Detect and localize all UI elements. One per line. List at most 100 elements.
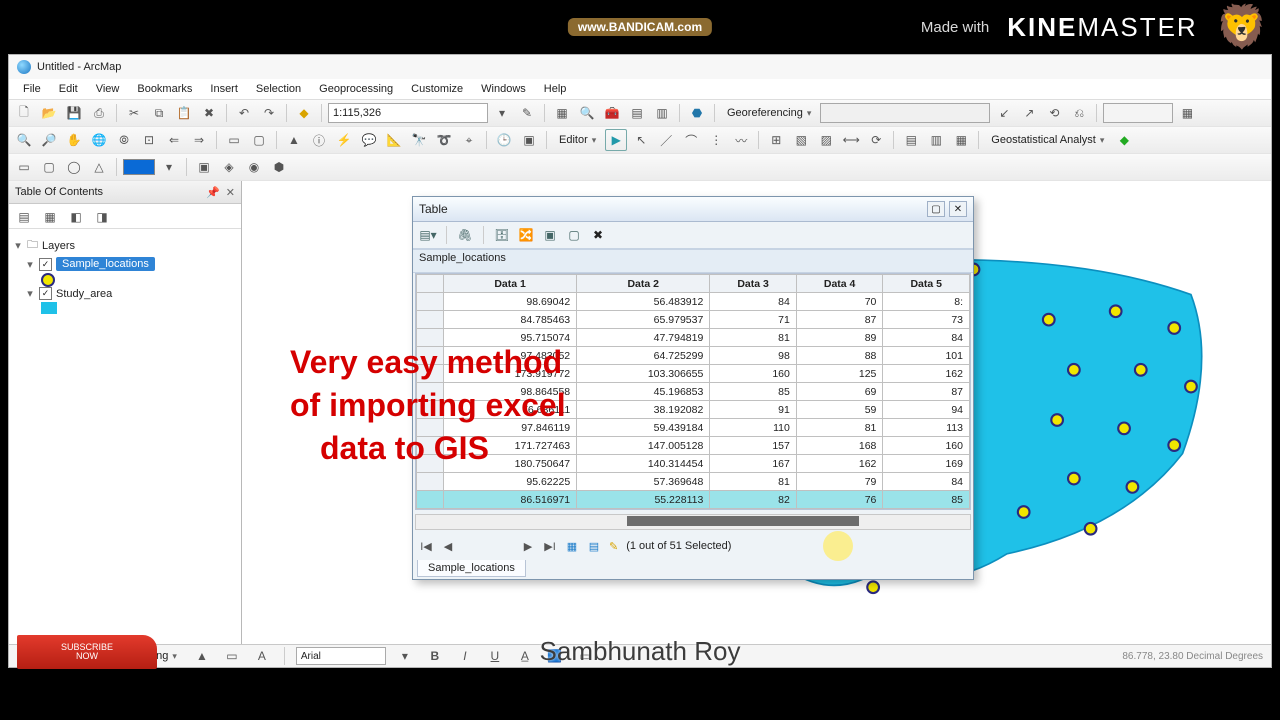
table-cell[interactable]: 110	[710, 419, 797, 437]
table-cell[interactable]: 98.69042	[444, 293, 577, 311]
prev-extent-icon[interactable]: ⇐	[163, 129, 185, 151]
menu-customize[interactable]: Customize	[403, 83, 471, 95]
italic-icon[interactable]: I	[454, 645, 476, 667]
rotate-icon[interactable]: ⟳	[865, 129, 887, 151]
table-cell[interactable]: 94	[883, 401, 970, 419]
draw-a-icon[interactable]: ▭	[13, 156, 35, 178]
reshape-icon[interactable]: ▧	[790, 129, 812, 151]
select-icon[interactable]: ▭	[223, 129, 245, 151]
toc-layer-sample[interactable]: Sample_locations	[56, 257, 155, 271]
draw-select-icon[interactable]: ▲	[191, 645, 213, 667]
table-cell[interactable]: 81	[796, 419, 883, 437]
table-cell[interactable]: 8:	[883, 293, 970, 311]
table-cell[interactable]: 87	[883, 383, 970, 401]
table-h-scrollbar[interactable]	[415, 514, 971, 530]
identify-icon[interactable]: ⓘ	[308, 129, 330, 151]
table-cell[interactable]: 168	[796, 437, 883, 455]
underline-icon[interactable]: U	[484, 645, 506, 667]
nav-prev-icon[interactable]: ◀	[441, 540, 455, 553]
table-delete-sel-icon[interactable]: ✖	[589, 226, 607, 244]
toc-layer-study[interactable]: Study_area	[56, 288, 112, 300]
nav-next-icon[interactable]: ▶	[521, 540, 535, 553]
fill-color-swatch[interactable]	[123, 159, 155, 175]
nav-first-icon[interactable]: I◀	[419, 540, 433, 553]
table-cell[interactable]: 125	[796, 365, 883, 383]
pointer-icon[interactable]: ▲	[283, 129, 305, 151]
catalog-icon[interactable]: ▦	[551, 102, 573, 124]
table-cell[interactable]: 169	[883, 455, 970, 473]
topo-icon[interactable]: ⊞	[765, 129, 787, 151]
table-cell[interactable]: 91	[710, 401, 797, 419]
table-row[interactable]: 98.6904256.48391284708:	[417, 293, 970, 311]
table-cell[interactable]: 140.314454	[577, 455, 710, 473]
print-icon[interactable]: ⎙	[88, 102, 110, 124]
viewer-icon[interactable]: ▣	[518, 129, 540, 151]
col-data2[interactable]: Data 2	[577, 275, 710, 293]
table-related-icon[interactable]: 🖇	[456, 226, 474, 244]
table-cell[interactable]: 101	[883, 347, 970, 365]
save-icon[interactable]: 💾	[63, 102, 85, 124]
table-cell[interactable]: 88	[796, 347, 883, 365]
table-cell[interactable]: 70	[796, 293, 883, 311]
redo-icon[interactable]: ↷	[258, 102, 280, 124]
edit-trace-icon[interactable]: 〰	[730, 129, 752, 151]
font-dd-icon[interactable]: ▾	[394, 645, 416, 667]
show-all-icon[interactable]: ▦	[565, 540, 579, 553]
table-cell[interactable]: 47.794819	[577, 329, 710, 347]
table-select-by-attr-icon[interactable]: 🗄	[493, 226, 511, 244]
draw-b-icon[interactable]: ▢	[38, 156, 60, 178]
table-clear-sel-icon[interactable]: ▢	[565, 226, 583, 244]
georef-link-icon[interactable]: ⎌	[1068, 102, 1090, 124]
python-icon[interactable]: ▤	[626, 102, 648, 124]
draw-g-icon[interactable]: ◉	[243, 156, 265, 178]
georeferencing-dropdown[interactable]: Georeferencing	[721, 107, 817, 119]
draw-d-icon[interactable]: △	[88, 156, 110, 178]
table-cell[interactable]: 38.192082	[577, 401, 710, 419]
add-data-icon[interactable]: ◆	[293, 102, 315, 124]
fixed-zoom-in-icon[interactable]: ⦾	[113, 129, 135, 151]
attributes-icon[interactable]: ▤	[900, 129, 922, 151]
table-row[interactable]: 86.51697155.228113827685	[417, 491, 970, 509]
table-cell[interactable]: 73	[883, 311, 970, 329]
table-cell[interactable]: 98	[710, 347, 797, 365]
pan-icon[interactable]: ✋	[63, 129, 85, 151]
table-cell[interactable]: 57.369648	[577, 473, 710, 491]
fill-dd-icon[interactable]: ▾	[158, 156, 180, 178]
toc-list-by-vis-icon[interactable]: ◧	[65, 206, 87, 228]
scale-dropdown-icon[interactable]: ▾	[491, 102, 513, 124]
draw-h-icon[interactable]: ⬢	[268, 156, 290, 178]
table-cell[interactable]: 84	[883, 473, 970, 491]
menu-selection[interactable]: Selection	[248, 83, 309, 95]
table-cell[interactable]: 84	[710, 293, 797, 311]
toc-list-by-sel-icon[interactable]: ◨	[91, 206, 113, 228]
zoom-out-icon[interactable]: 🔎	[38, 129, 60, 151]
table-cell[interactable]: 87	[796, 311, 883, 329]
paste-icon[interactable]: 📋	[173, 102, 195, 124]
toc-list-by-source-icon[interactable]: ▦	[39, 206, 61, 228]
menu-insert[interactable]: Insert	[202, 83, 246, 95]
table-cell[interactable]: 65.979537	[577, 311, 710, 329]
table-cell[interactable]: 167	[710, 455, 797, 473]
table-cell[interactable]: 86.516971	[444, 491, 577, 509]
scale-input[interactable]: 1:115,326	[328, 103, 488, 123]
table-cell[interactable]: 95.62225	[444, 473, 577, 491]
sketch-icon[interactable]: ▥	[925, 129, 947, 151]
next-extent-icon[interactable]: ⇒	[188, 129, 210, 151]
table-cell[interactable]: 160	[883, 437, 970, 455]
text-color-icon[interactable]: A̲	[514, 645, 536, 667]
model-icon[interactable]: ⬣	[686, 102, 708, 124]
split-icon[interactable]: ⟷	[840, 129, 862, 151]
layer2-symbol-icon[interactable]	[41, 302, 57, 314]
editor-dropdown[interactable]: Editor	[553, 134, 602, 146]
menu-windows[interactable]: Windows	[473, 83, 534, 95]
draw-f-icon[interactable]: ◈	[218, 156, 240, 178]
table-cell[interactable]: 81	[710, 329, 797, 347]
table-cell[interactable]: 85	[710, 383, 797, 401]
geostat-wizard-icon[interactable]: ◆	[1113, 129, 1135, 151]
menu-edit[interactable]: Edit	[51, 83, 86, 95]
table-cell[interactable]: 59.439184	[577, 419, 710, 437]
draw-rect-icon[interactable]: ▭	[221, 645, 243, 667]
georef-tool2-icon[interactable]: ↗	[1018, 102, 1040, 124]
layer1-symbol-icon[interactable]	[41, 273, 55, 287]
table-cell[interactable]: 162	[796, 455, 883, 473]
